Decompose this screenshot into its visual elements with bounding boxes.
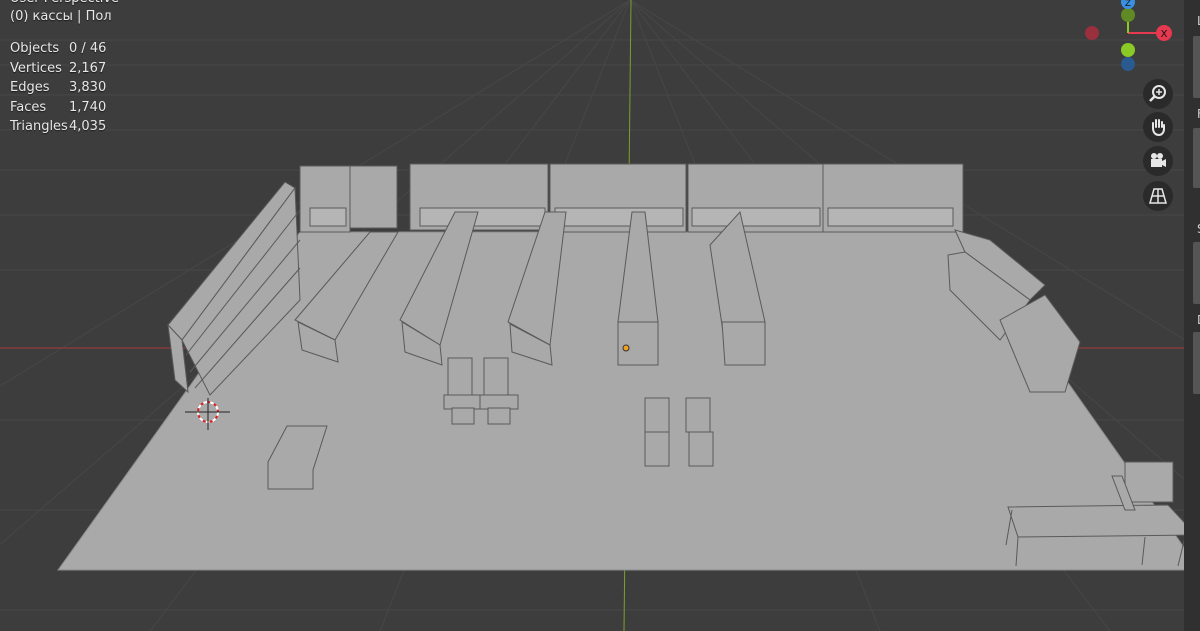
camera-view-button[interactable] <box>1143 146 1173 176</box>
gizmo-neg-z[interactable] <box>1121 57 1135 71</box>
gizmo-neg-y-upper[interactable] <box>1121 8 1135 22</box>
grid-perspective-icon <box>1149 188 1167 204</box>
pan-button[interactable] <box>1143 112 1173 142</box>
stat-row-objects: Objects 0 / 46 <box>10 39 119 59</box>
hand-pan-icon <box>1152 119 1165 137</box>
gizmo-x-label: X <box>1161 29 1168 40</box>
object-origin <box>622 344 630 352</box>
scene-statistics: Objects 0 / 46 Vertices 2,167 Edges 3,83… <box>10 39 119 137</box>
stat-label: Triangles <box>10 119 68 134</box>
navigation-gizmo[interactable]: Z X <box>1080 0 1180 80</box>
perspective-toggle-button[interactable] <box>1143 181 1173 211</box>
collection-name: (0) кассы | Пол <box>10 9 112 24</box>
stat-label: Faces <box>10 99 47 115</box>
stat-value: 0 / 46 <box>69 41 107 56</box>
stat-row-faces: Faces 1,740 <box>10 98 119 118</box>
3d-viewport[interactable]: User Perspective (0) кассы | Пол Objects… <box>0 0 1200 631</box>
stat-label: Edges <box>10 80 50 95</box>
gizmo-y[interactable] <box>1121 43 1135 57</box>
gizmo-neg-x[interactable] <box>1085 26 1099 40</box>
zoom-button[interactable] <box>1143 79 1173 109</box>
scene-canvas[interactable] <box>0 0 1200 631</box>
stat-value: 2,167 <box>69 60 107 76</box>
sidebar-field[interactable] <box>1193 36 1200 98</box>
stat-row-vertices: Vertices 2,167 <box>10 59 119 79</box>
zoom-icon <box>1149 85 1166 102</box>
sidebar-field[interactable] <box>1193 128 1200 188</box>
stat-row-edges: Edges 3,830 <box>10 78 119 98</box>
sidebar-field[interactable] <box>1193 242 1200 304</box>
stat-label: Vertices <box>10 60 62 76</box>
gizmo-z-label: Z <box>1125 0 1131 9</box>
stat-label: Objects <box>10 41 60 56</box>
stat-row-triangles: Triangles 4,035 <box>10 117 119 137</box>
stat-value: 3,830 <box>69 80 107 95</box>
stat-value: 4,035 <box>69 119 107 134</box>
stat-value: 1,740 <box>69 99 107 115</box>
camera-icon <box>1151 153 1166 167</box>
sidebar-field[interactable] <box>1193 332 1200 394</box>
